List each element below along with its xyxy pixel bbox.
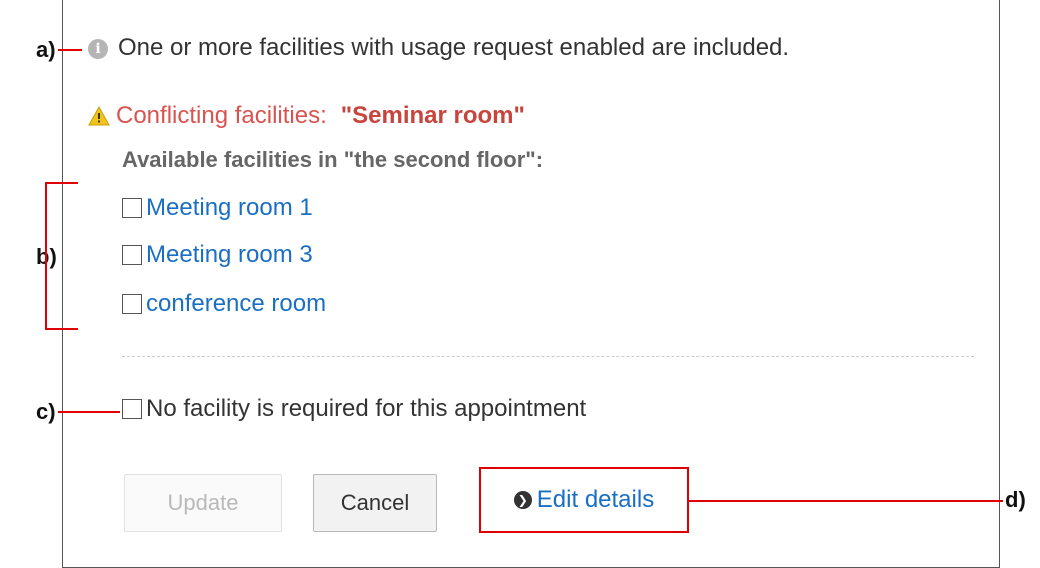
annotation-line-a: [58, 49, 82, 51]
no-facility-label[interactable]: No facility is required for this appoint…: [146, 395, 586, 423]
edit-details-link[interactable]: Edit details: [537, 486, 654, 514]
conflict-notice: Conflicting facilities: "Seminar room": [88, 102, 525, 130]
section-divider: [122, 356, 974, 357]
facility-checkbox[interactable]: [122, 198, 142, 218]
facility-option: conference room: [122, 290, 326, 318]
annotation-bracket-b: [45, 182, 47, 330]
edit-details-highlight: ❯ Edit details: [479, 467, 689, 533]
update-button[interactable]: Update: [124, 474, 282, 532]
chevron-right-circle-icon: ❯: [513, 491, 532, 509]
facility-link[interactable]: Meeting room 1: [146, 194, 313, 222]
usage-request-notice-text: One or more facilities with usage reques…: [118, 34, 790, 61]
annotation-label-c: c): [36, 399, 56, 424]
no-facility-option: No facility is required for this appoint…: [122, 395, 586, 423]
facility-link[interactable]: conference room: [146, 290, 326, 318]
facility-link[interactable]: Meeting room 3: [146, 241, 313, 269]
warning-icon: [88, 106, 110, 126]
facility-option: Meeting room 3: [122, 241, 313, 269]
facility-option: Meeting room 1: [122, 194, 313, 222]
facility-checkbox[interactable]: [122, 245, 142, 265]
annotation-line-c: [58, 411, 120, 413]
annotation-line-d: [689, 500, 1003, 502]
annotation-bracket-b-bottom: [45, 328, 78, 330]
cancel-button[interactable]: Cancel: [313, 474, 437, 532]
annotation-label-d: d): [1005, 487, 1026, 512]
annotation-bracket-b-top: [45, 182, 78, 184]
info-icon: i: [88, 39, 108, 59]
conflict-facility-name: "Seminar room": [340, 102, 525, 129]
annotation-label-a: a): [36, 37, 56, 62]
usage-request-notice: i One or more facilities with usage requ…: [88, 34, 789, 62]
conflict-label: Conflicting facilities:: [116, 102, 327, 129]
facility-checkbox[interactable]: [122, 294, 142, 314]
available-facilities-heading: Available facilities in "the second floo…: [122, 147, 544, 172]
no-facility-checkbox[interactable]: [122, 399, 142, 419]
